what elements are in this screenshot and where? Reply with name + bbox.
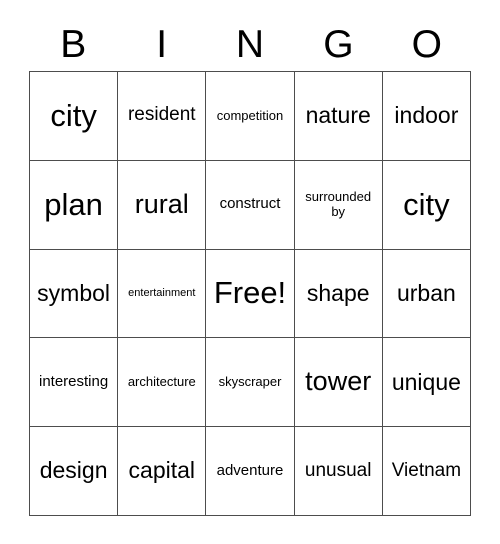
bingo-cell-b5[interactable]: design: [30, 427, 119, 516]
bingo-free-space-label: Free!: [213, 275, 287, 311]
bingo-cell-label: adventure: [216, 461, 284, 479]
bingo-cell-label: resident: [127, 104, 196, 126]
bingo-cell-label: construct: [219, 195, 281, 213]
bingo-header-letter-i: I: [156, 23, 168, 66]
bingo-cell-g2[interactable]: surrounded by: [294, 160, 383, 250]
bingo-cell-free-space[interactable]: Free!: [206, 249, 295, 339]
bingo-header-letter-o: O: [411, 23, 442, 66]
bingo-cell-o1[interactable]: indoor: [382, 72, 471, 161]
bingo-cell-label: city: [50, 97, 97, 133]
bingo-cell-b4[interactable]: interesting: [30, 338, 119, 428]
bingo-cell-o5[interactable]: Vietnam: [382, 427, 471, 516]
bingo-cell-g1[interactable]: nature: [294, 72, 383, 161]
bingo-cell-label: interesting: [38, 373, 109, 391]
bingo-card: B I N G O city resident competition natu…: [0, 0, 500, 544]
bingo-cell-n4[interactable]: skyscraper: [206, 338, 295, 428]
bingo-cell-b3[interactable]: symbol: [30, 249, 119, 339]
bingo-cell-label: rural: [134, 188, 189, 219]
bingo-header-letter-g: G: [323, 23, 354, 66]
bingo-cell-label: symbol: [37, 279, 111, 306]
bingo-cell-i5[interactable]: capital: [118, 427, 207, 516]
bingo-cell-label: capital: [128, 457, 196, 484]
bingo-cell-g3[interactable]: shape: [294, 249, 383, 339]
bingo-cell-o2[interactable]: city: [382, 160, 471, 250]
bingo-cell-o4[interactable]: unique: [382, 338, 471, 428]
bingo-cell-label: nature: [305, 102, 371, 129]
bingo-cell-i4[interactable]: architecture: [118, 338, 207, 428]
bingo-cell-i1[interactable]: resident: [118, 72, 207, 161]
bingo-header-letter-b: B: [60, 23, 87, 66]
bingo-cell-n1[interactable]: competition: [206, 72, 295, 161]
bingo-cell-label: city: [403, 186, 450, 222]
bingo-cell-label: urban: [396, 279, 456, 306]
bingo-cell-label: surrounded by: [305, 189, 372, 219]
bingo-cell-label: Vietnam: [391, 459, 462, 481]
bingo-header-row: B I N G O: [29, 18, 471, 71]
bingo-cell-label: entertainment: [128, 287, 196, 300]
bingo-cell-g4[interactable]: tower: [294, 338, 383, 428]
bingo-cell-n5[interactable]: adventure: [206, 427, 295, 516]
bingo-cell-label: tower: [305, 366, 372, 397]
bingo-cell-label: skyscraper: [218, 374, 282, 390]
bingo-grid: city resident competition nature indoor …: [29, 71, 471, 516]
bingo-cell-i3[interactable]: entertainment: [118, 249, 207, 339]
bingo-cell-g5[interactable]: unusual: [294, 427, 383, 516]
bingo-cell-label: design: [39, 457, 108, 484]
bingo-cell-label: plan: [44, 186, 103, 222]
bingo-cell-label: unusual: [304, 459, 372, 481]
bingo-cell-label: shape: [306, 279, 370, 306]
bingo-cell-o3[interactable]: urban: [382, 249, 471, 339]
bingo-cell-b1[interactable]: city: [30, 72, 119, 161]
bingo-cell-i2[interactable]: rural: [118, 160, 207, 250]
bingo-cell-n2[interactable]: construct: [206, 160, 295, 250]
bingo-cell-label: architecture: [127, 374, 196, 390]
bingo-cell-label: unique: [391, 368, 461, 395]
bingo-cell-label: competition: [216, 107, 284, 123]
bingo-cell-label: indoor: [394, 102, 459, 129]
bingo-cell-b2[interactable]: plan: [30, 160, 119, 250]
bingo-header-letter-n: N: [235, 23, 265, 66]
